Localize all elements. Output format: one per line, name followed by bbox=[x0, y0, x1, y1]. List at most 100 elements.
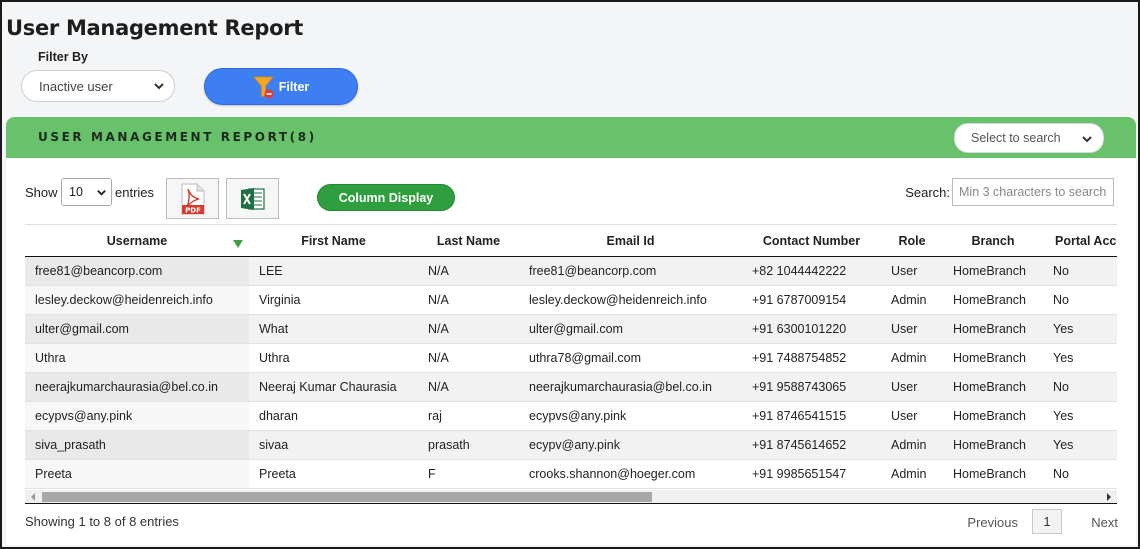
table-cell: prasath bbox=[418, 430, 519, 460]
column-header[interactable]: Username bbox=[25, 224, 249, 257]
table-cell: N/A bbox=[418, 372, 519, 402]
table-cell: ecypvs@any.pink bbox=[519, 401, 742, 431]
table-cell: dharan bbox=[249, 401, 418, 431]
table-cell: N/A bbox=[418, 256, 519, 286]
table-cell: Yes bbox=[1043, 430, 1117, 460]
funnel-icon bbox=[252, 76, 274, 99]
table-cell: raj bbox=[418, 401, 519, 431]
table-cell: sivaa bbox=[249, 430, 418, 460]
horizontal-scrollbar[interactable] bbox=[25, 490, 1117, 504]
table-cell: HomeBranch bbox=[943, 459, 1043, 489]
table-row: Uthra Uthra N/A uthra78@gmail.com +91 748875… bbox=[25, 343, 1117, 373]
filter-button[interactable]: Filter bbox=[204, 68, 358, 105]
table-cell: +91 7488754852 bbox=[742, 343, 881, 373]
filter-select[interactable]: Inactive user bbox=[21, 70, 175, 102]
chevron-down-icon bbox=[97, 190, 106, 196]
scroll-right-icon[interactable] bbox=[1105, 493, 1113, 501]
filter-button-label: Filter bbox=[278, 79, 310, 94]
entries-select-value: 10 bbox=[69, 185, 83, 199]
table-cell: neerajkumarchaurasia@bel.co.in bbox=[25, 372, 249, 402]
table-cell: Admin bbox=[881, 459, 943, 489]
report-card: USER MANAGEMENT REPORT(8) Select to sear… bbox=[6, 117, 1136, 545]
export-pdf-button[interactable]: PDF bbox=[166, 178, 219, 219]
page-1-button[interactable]: 1 bbox=[1032, 509, 1062, 534]
table-cell: Admin bbox=[881, 430, 943, 460]
table-cell: LEE bbox=[249, 256, 418, 286]
table-cell: free81@beancorp.com bbox=[25, 256, 249, 286]
table-cell: F bbox=[418, 459, 519, 489]
previous-page-button[interactable]: Previous bbox=[967, 515, 1018, 530]
table-cell: +91 8745614652 bbox=[742, 430, 881, 460]
filter-label: Filter By bbox=[38, 50, 89, 64]
table-cell: Uthra bbox=[249, 343, 418, 373]
table-cell: No bbox=[1043, 372, 1117, 402]
table-cell: +82 1044442222 bbox=[742, 256, 881, 286]
table-cell: siva_prasath bbox=[25, 430, 249, 460]
column-header[interactable]: Branch bbox=[943, 224, 1043, 257]
column-header[interactable]: Contact Number bbox=[742, 224, 881, 257]
scroll-left-icon[interactable] bbox=[29, 493, 37, 501]
table-cell: +91 6300101220 bbox=[742, 314, 881, 344]
user-table: Username First Name Last Name Email Id C… bbox=[25, 224, 1117, 489]
table-cell: Neeraj Kumar Chaurasia bbox=[249, 372, 418, 402]
pdf-file-icon: PDF bbox=[181, 183, 204, 214]
table-cell: HomeBranch bbox=[943, 285, 1043, 315]
column-header[interactable]: Last Name bbox=[418, 224, 519, 257]
table-cell: User bbox=[881, 314, 943, 344]
user-table-container: Username First Name Last Name Email Id C… bbox=[25, 224, 1117, 490]
table-cell: HomeBranch bbox=[943, 430, 1043, 460]
table-cell: N/A bbox=[418, 314, 519, 344]
table-cell: HomeBranch bbox=[943, 372, 1043, 402]
pagination: Previous 1 Next bbox=[936, 509, 1136, 535]
table-row: lesley.deckow@heidenreich.info Virginia N/… bbox=[25, 285, 1117, 315]
table-cell: lesley.deckow@heidenreich.info bbox=[519, 285, 742, 315]
table-cell: User bbox=[881, 256, 943, 286]
excel-file-icon bbox=[240, 187, 265, 210]
report-card-title: USER MANAGEMENT REPORT(8) bbox=[38, 130, 317, 144]
table-cell: Yes bbox=[1043, 314, 1117, 344]
column-header[interactable]: Portal Access bbox=[1043, 224, 1117, 257]
table-cell: ecypvs@any.pink bbox=[25, 401, 249, 431]
table-row: siva_prasath sivaa prasath ecypv@any.pink +9… bbox=[25, 430, 1117, 460]
column-header[interactable]: First Name bbox=[249, 224, 418, 257]
table-cell: crooks.shannon@hoeger.com bbox=[519, 459, 742, 489]
entries-select[interactable]: 10 bbox=[61, 178, 112, 206]
table-cell: lesley.deckow@heidenreich.info bbox=[25, 285, 249, 315]
filter-select-value: Inactive user bbox=[39, 78, 113, 94]
scrollbar-thumb[interactable] bbox=[42, 492, 652, 502]
table-cell: Virginia bbox=[249, 285, 418, 315]
table-cell: No bbox=[1043, 285, 1117, 315]
table-info: Showing 1 to 8 of 8 entries bbox=[25, 514, 179, 529]
table-cell: +91 8746541515 bbox=[742, 401, 881, 431]
table-row: ulter@gmail.com What N/A ulter@gmail.com +91… bbox=[25, 314, 1117, 344]
next-page-button[interactable]: Next bbox=[1091, 515, 1118, 530]
table-cell: Preeta bbox=[249, 459, 418, 489]
table-cell: uthra78@gmail.com bbox=[519, 343, 742, 373]
search-input[interactable]: Min 3 characters to search bbox=[952, 178, 1114, 206]
search-label: Search: bbox=[905, 185, 950, 200]
table-row: Preeta Preeta Fcrooks.shannon@hoeger.com +9… bbox=[25, 459, 1117, 489]
search-column-select[interactable]: Select to search bbox=[954, 123, 1104, 153]
table-cell: free81@beancorp.com bbox=[519, 256, 742, 286]
table-row: free81@beancorp.com LEE N/A free81@beancorp… bbox=[25, 256, 1117, 286]
column-display-button[interactable]: Column Display bbox=[317, 184, 455, 211]
table-cell: Admin bbox=[881, 285, 943, 315]
entries-label: entries bbox=[115, 185, 155, 200]
column-header[interactable]: Role bbox=[881, 224, 943, 257]
report-card-header: USER MANAGEMENT REPORT(8) Select to sear… bbox=[6, 117, 1136, 158]
show-label: Show bbox=[25, 185, 58, 200]
table-cell: ecypv@any.pink bbox=[519, 430, 742, 460]
table-cell: +91 9588743065 bbox=[742, 372, 881, 402]
sort-desc-icon[interactable] bbox=[233, 240, 243, 248]
export-excel-button[interactable] bbox=[226, 178, 279, 219]
table-cell: What bbox=[249, 314, 418, 344]
table-cell: User bbox=[881, 401, 943, 431]
table-cell: Yes bbox=[1043, 343, 1117, 373]
table-cell: User bbox=[881, 372, 943, 402]
table-cell: N/A bbox=[418, 285, 519, 315]
page-title: User Management Report bbox=[6, 16, 304, 40]
table-cell: ulter@gmail.com bbox=[519, 314, 742, 344]
table-cell: Uthra bbox=[25, 343, 249, 373]
column-header[interactable]: Email Id bbox=[519, 224, 742, 257]
search-column-select-value: Select to search bbox=[971, 131, 1061, 145]
